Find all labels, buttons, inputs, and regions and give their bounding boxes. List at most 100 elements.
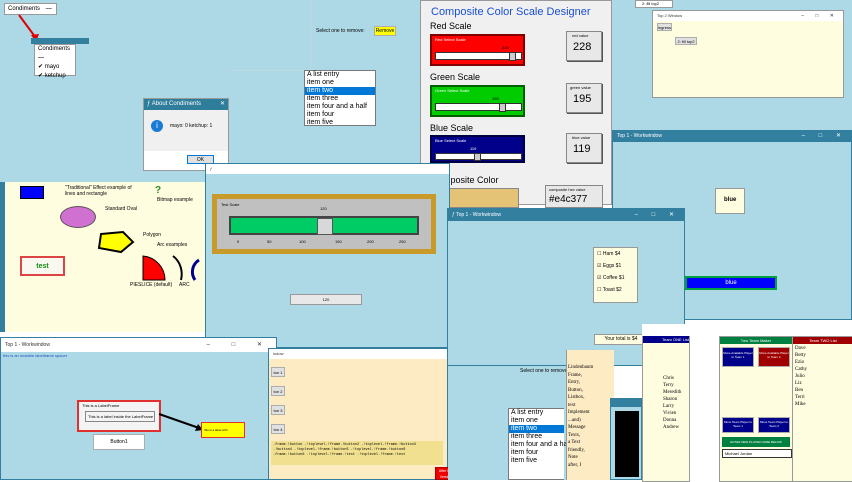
side-button-2[interactable]: ton 2 (271, 386, 285, 396)
top2-strip-button[interactable]: 2: fill top2 (642, 1, 659, 6)
listbox-a[interactable]: A list entry item one item two item thre… (304, 70, 376, 126)
list-item[interactable]: Chris (663, 375, 681, 382)
code-text: .frame.!button .!toplevel.!frame.!button… (271, 441, 443, 465)
about-dialog: ƒ About Condiments ✕ i mayo: 0 ketchup: … (0, 82, 230, 182)
red-scale[interactable]: Red Select Scale 228 (430, 34, 525, 66)
side-button-4[interactable]: ton 4 (271, 424, 285, 434)
move-to-team2-button[interactable]: Move Available Player to Team 2 (758, 347, 790, 367)
checkbox-eggs[interactable]: ☑ Eggs $1 (597, 260, 637, 272)
window-controls-icon[interactable]: – □ ✕ (207, 338, 272, 352)
labelframe: This is a LabelFrame This is a label ins… (77, 400, 161, 432)
text-line: Entry, (568, 380, 581, 385)
player-name-input[interactable]: Michael Jordan (722, 449, 792, 458)
list-item[interactable]: item four (509, 449, 564, 457)
green-value-label: green value (570, 85, 591, 90)
composite-value: #e4c377 (549, 194, 588, 205)
list-item[interactable]: Terri (795, 394, 807, 401)
list-item[interactable]: item five (509, 457, 564, 465)
list-item[interactable]: Betty (795, 352, 807, 359)
list-item[interactable]: A list entry (509, 409, 564, 417)
checkbox-ham[interactable]: ☐ Ham $4 (597, 248, 637, 260)
black-panel (615, 411, 639, 477)
blue-value-box: blue value 119 (566, 133, 602, 163)
list-item[interactable]: Meredith (663, 389, 681, 396)
blue-value-label: blue value (572, 135, 591, 140)
window-controls-icon[interactable]: – □ ✕ (635, 209, 680, 221)
list-item[interactable]: Dave (795, 345, 807, 352)
list-item[interactable]: Sharon (663, 396, 681, 403)
polygon-shape (97, 230, 135, 254)
list-item[interactable]: Mike (795, 401, 807, 408)
list-item[interactable]: item four and a half (509, 441, 571, 449)
listbox-window-a: Select one to remove: Remove A list entr… (230, 0, 420, 163)
about-message: mayo: 0 ketchup: 1 (170, 123, 213, 129)
window-controls-icon[interactable]: – □ ✕ (801, 11, 839, 21)
red-scale-tick: 228 (502, 45, 509, 50)
checkbox-toast[interactable]: ☐ Toast $2 (597, 284, 637, 296)
remove-button[interactable]: Remove (374, 26, 396, 36)
test-button[interactable]: test (20, 256, 65, 276)
listbox-b[interactable]: A list entry item one item two item thre… (508, 408, 571, 480)
side-button-1[interactable]: ton 1 (271, 367, 285, 377)
arcs-label: Arc examples (157, 242, 188, 248)
red-scale-handle[interactable] (509, 52, 516, 61)
blue-scale-handle[interactable] (474, 153, 481, 161)
bitmap-label: Bitmap example (157, 197, 193, 203)
list-item[interactable]: A list entry (305, 71, 375, 79)
top2-titlebar: Top 2 Window – □ ✕ (653, 11, 843, 21)
move-to-team1-button[interactable]: Move Available Player to Team 1 (722, 347, 754, 367)
close-icon[interactable]: ✕ (220, 99, 225, 110)
team-one-list[interactable]: Chris Terry Meredith Sharon Larry Vivien… (663, 375, 681, 431)
list-item[interactable]: item three (305, 95, 375, 103)
list-item[interactable]: Julio (795, 373, 807, 380)
green-scale-handle[interactable] (499, 103, 506, 112)
list-item[interactable]: item five (305, 119, 375, 127)
list-item[interactable]: item one (509, 417, 564, 425)
test-scale-readout: 120 (290, 294, 362, 305)
team-two-list[interactable]: Dave Betty Ezio Cathy Julio Liz Ben Terr… (795, 345, 807, 408)
green-scale[interactable]: Green Select Scale 195 (430, 85, 525, 117)
blue-heading: Blue Scale (430, 123, 474, 133)
red-value: 228 (573, 41, 592, 53)
list-item[interactable]: Donna (663, 417, 681, 424)
list-item[interactable]: Andrew (663, 424, 681, 431)
list-item[interactable]: item four (305, 111, 375, 119)
list-item[interactable]: Ben (795, 387, 807, 394)
move-back-team1-button[interactable]: Move Team Player to Team 1 (722, 417, 754, 433)
list-item[interactable]: Terry (663, 382, 681, 389)
menu-item-mayo[interactable]: ✔ mayo (35, 63, 75, 72)
blue-scale[interactable]: Blue Select Scale 119 (430, 135, 525, 163)
test-scale[interactable]: Test Scale 120 0 50 100 150 200 250 (212, 194, 436, 254)
list-item[interactable]: item three (509, 433, 564, 441)
ingress-button[interactable]: ingress (657, 23, 672, 31)
list-item[interactable]: Larry (663, 403, 681, 410)
top2-title: Top 2 Window (657, 13, 683, 18)
window-controls-icon[interactable]: – □ ✕ (802, 131, 847, 142)
menu-item-ketchup[interactable]: ✔ ketchup (35, 72, 75, 81)
list-item[interactable]: Cathy (795, 366, 807, 373)
green-scale-trough (435, 103, 522, 112)
button1[interactable]: Button1 (93, 434, 145, 450)
list-item[interactable]: item one (305, 79, 375, 87)
side-button-3[interactable]: ton 3 (271, 405, 285, 415)
list-item[interactable]: Ezio (795, 359, 807, 366)
list-item[interactable]: Liz (795, 380, 807, 387)
top2-window: Top 2 Window – □ ✕ ingress 2: fill top2 (652, 10, 844, 98)
test-scale-handle[interactable] (317, 218, 333, 235)
list-item-selected[interactable]: item two (305, 87, 375, 95)
maker-header: Two Team Maker (720, 337, 792, 344)
fill-top2-button[interactable]: 2: fill top2 (675, 37, 697, 45)
traditional-rectangle (20, 186, 44, 199)
text-line: Texts, (568, 432, 581, 438)
checkbox-coffee[interactable]: ☑ Coffee $1 (597, 272, 637, 284)
list-item[interactable]: Vivien (663, 410, 681, 417)
composite-value-box: composite hex value #e4c377 (545, 185, 603, 208)
canvas-demo-window: "Traditional" Effect example of lines an… (0, 182, 210, 332)
text-line: ...and) (568, 417, 581, 423)
red-heading: Red Scale (430, 21, 472, 31)
list-item[interactable]: item four and a half (305, 103, 375, 111)
about-dialog-box: ƒ About Condiments ✕ i mayo: 0 ketchup: … (143, 98, 229, 171)
condiments-menu-label[interactable]: Condiments (8, 6, 40, 12)
list-item-selected[interactable]: item two (509, 425, 564, 433)
move-back-team2-button[interactable]: Move Team Player to Team 2 (758, 417, 790, 433)
